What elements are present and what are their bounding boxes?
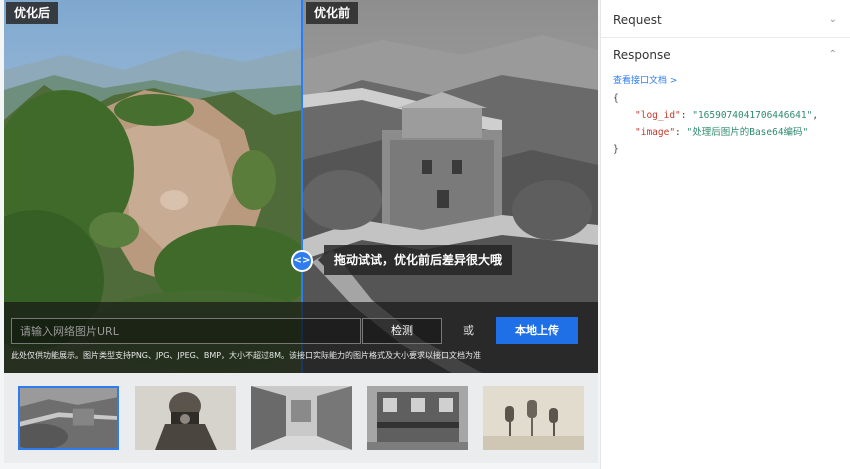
after-label: 优化后 <box>6 2 59 24</box>
thumbnail-street[interactable] <box>251 386 352 450</box>
drag-hint-tooltip: 拖动试试，优化前后差异很大哦 <box>317 245 513 275</box>
thumbnail-building[interactable] <box>367 386 468 450</box>
divider <box>601 37 850 38</box>
detect-button[interactable]: 检测 <box>362 318 442 344</box>
api-doc-link[interactable]: 查看接口文档 > <box>613 73 677 86</box>
image-url-input[interactable] <box>11 318 361 344</box>
or-label: 或 <box>463 324 474 337</box>
image-demo-area: 优化后 优化前 <> 拖动试试，优化前后差异很大哦 检测 或 本地上传 此处仅供… <box>0 0 600 469</box>
response-json: { "log_id": "1659074041706446641", "imag… <box>613 90 818 158</box>
json-value: "1659074041706446641" <box>692 110 813 121</box>
json-open-brace: { <box>613 93 619 104</box>
response-header[interactable]: Response <box>613 48 671 62</box>
drag-handle-icon[interactable]: <> <box>291 250 313 272</box>
request-header[interactable]: Request <box>613 13 662 27</box>
json-key: "image" <box>635 127 676 138</box>
comparison-stage[interactable]: 优化后 优化前 <> 拖动试试，优化前后差异很大哦 检测 或 本地上传 此处仅供… <box>4 0 598 373</box>
thumbnail-great-wall[interactable] <box>18 386 119 450</box>
api-panel: Request ⌄ Response ⌃ 查看接口文档 > { "log_id"… <box>600 0 850 469</box>
chevron-down-icon[interactable]: ⌄ <box>829 14 837 25</box>
json-log-id-line: "log_id": "1659074041706446641", <box>635 110 819 121</box>
json-key: "log_id" <box>635 110 681 121</box>
thumbnail-photographer[interactable] <box>135 386 236 450</box>
thumbnail-microphones[interactable] <box>483 386 584 450</box>
json-close-brace: } <box>613 144 619 155</box>
local-upload-button[interactable]: 本地上传 <box>496 317 578 344</box>
json-value: "处理后图片的Base64编码" <box>686 127 809 138</box>
thumbnail-strip <box>4 373 598 463</box>
chevron-up-icon[interactable]: ⌃ <box>829 49 837 60</box>
before-label: 优化前 <box>306 2 359 24</box>
format-note: 此处仅供功能展示。图片类型支持PNG、JPG、JPEG、BMP，大小不超过8M。… <box>11 351 482 360</box>
json-image-line: "image": "处理后图片的Base64编码" <box>635 127 809 138</box>
input-bar: 检测 或 本地上传 此处仅供功能展示。图片类型支持PNG、JPG、JPEG、BM… <box>4 302 598 373</box>
